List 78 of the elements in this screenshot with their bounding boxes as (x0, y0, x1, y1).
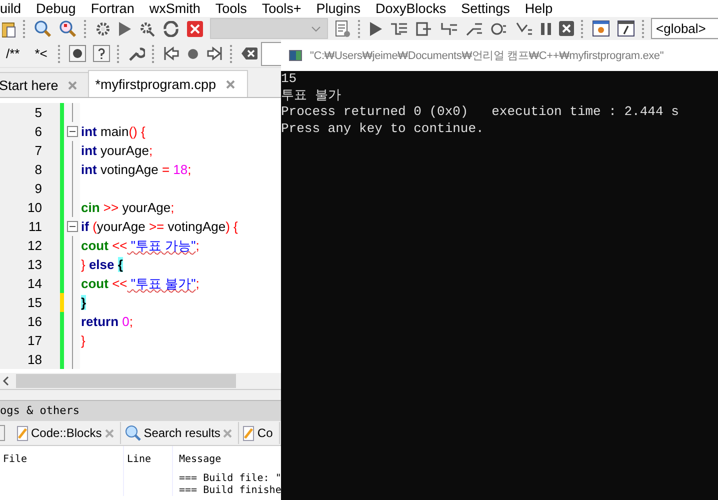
console-output-line: Process returned 0 (0x0) execution time : 2.444 s (281, 104, 680, 120)
menu-item[interactable]: uild (0, 1, 22, 16)
dot-icon[interactable] (187, 48, 200, 60)
menu-item[interactable]: Fortran (90, 1, 134, 16)
next-icon[interactable] (206, 46, 224, 61)
window-icon[interactable] (592, 20, 610, 37)
menu-item[interactable]: Help (524, 1, 553, 16)
play-icon[interactable] (118, 20, 132, 36)
console-output-line: 투표 불가 (281, 88, 342, 104)
editor-tab[interactable]: *myfirstprogram.cpp (88, 70, 248, 97)
panel-title: ogs & others (0, 401, 281, 421)
horizontal-scrollbar[interactable] (0, 373, 281, 390)
search-icon (124, 425, 141, 441)
line-number: 18 (0, 350, 60, 369)
menu-item[interactable]: Debug (36, 1, 76, 16)
code-line: return 0; (80, 314, 134, 329)
console-output-line: Press any key to continue. (281, 120, 485, 137)
line-number: 17 (0, 331, 60, 350)
log-tab[interactable]: Co (239, 422, 280, 444)
menu-item[interactable]: Tools (215, 1, 247, 16)
line-number: 7 (0, 141, 60, 160)
console-icon (289, 50, 302, 61)
line-number: 13 (0, 255, 60, 274)
column-header[interactable]: Message (179, 454, 222, 464)
comment-button[interactable]: *< (30, 46, 52, 61)
table-cell: === Build finishe (179, 484, 281, 496)
search-icon[interactable] (34, 20, 52, 38)
play-icon[interactable] (369, 20, 383, 36)
record-icon[interactable] (69, 45, 86, 62)
column-header[interactable]: File (3, 454, 28, 464)
pencil-icon (243, 426, 254, 440)
fold-icon[interactable] (66, 221, 78, 232)
code-line: int votingAge = 18; (80, 162, 192, 177)
console-output-line: 15 (281, 71, 298, 88)
pause-icon[interactable] (540, 22, 552, 36)
scope-dropdown[interactable]: <global> (651, 18, 718, 39)
window-icon[interactable] (617, 20, 635, 37)
code-line: int yourAge; (80, 143, 153, 158)
table-cell: === Build file: " (179, 472, 281, 484)
previous-icon[interactable] (163, 46, 180, 61)
line-number: 9 (0, 179, 60, 198)
document-gear-icon[interactable] (335, 20, 351, 38)
log-tab[interactable]: Search results (120, 422, 240, 444)
line-number: 6 (0, 122, 60, 141)
close-icon[interactable] (559, 21, 574, 36)
line-number: 15 (0, 293, 60, 312)
help-icon[interactable] (93, 45, 110, 62)
comment-button[interactable]: /** (2, 46, 24, 61)
line-number: 5 (0, 103, 60, 122)
code-line: } (80, 333, 86, 348)
code-line: cin >> yourAge; (80, 200, 174, 215)
line-number: 8 (0, 160, 60, 179)
line-number: 14 (0, 274, 60, 293)
chevron-down-icon (311, 26, 321, 32)
pencil-icon (17, 426, 28, 440)
menu-item[interactable]: wxSmith (149, 1, 200, 16)
code-line: if (yourAge >= votingAge) { (80, 219, 238, 234)
search-icon[interactable] (59, 20, 77, 38)
menu-item[interactable]: Plugins (316, 1, 361, 16)
log-tab[interactable]: Code::Blocks (13, 422, 121, 444)
code-line: } else { (80, 257, 123, 272)
code-line: cout << "투표 가능"; (80, 236, 200, 254)
column-header[interactable]: Line (127, 454, 152, 464)
line-number: 16 (0, 312, 60, 331)
fold-icon[interactable] (66, 126, 78, 137)
line-number: 11 (0, 217, 60, 236)
menu-item[interactable]: Tools+ (262, 1, 302, 16)
clear-icon[interactable] (241, 47, 258, 60)
line-number: 10 (0, 198, 60, 217)
menu-item[interactable]: Settings (461, 1, 510, 16)
refresh-icon[interactable] (162, 20, 180, 36)
code-line: int main() { (80, 124, 146, 139)
code-line: cout << "투표 불가"; (80, 274, 200, 292)
paste-icon[interactable] (2, 20, 16, 38)
window-title: "C:₩Users₩jeime₩Documents₩언리얼 캠프₩C++₩myfirstprogram.exe" (310, 49, 664, 63)
line-number: 12 (0, 236, 60, 255)
stop-icon[interactable] (187, 20, 203, 36)
menu-item[interactable]: DoxyBlocks (376, 1, 446, 16)
